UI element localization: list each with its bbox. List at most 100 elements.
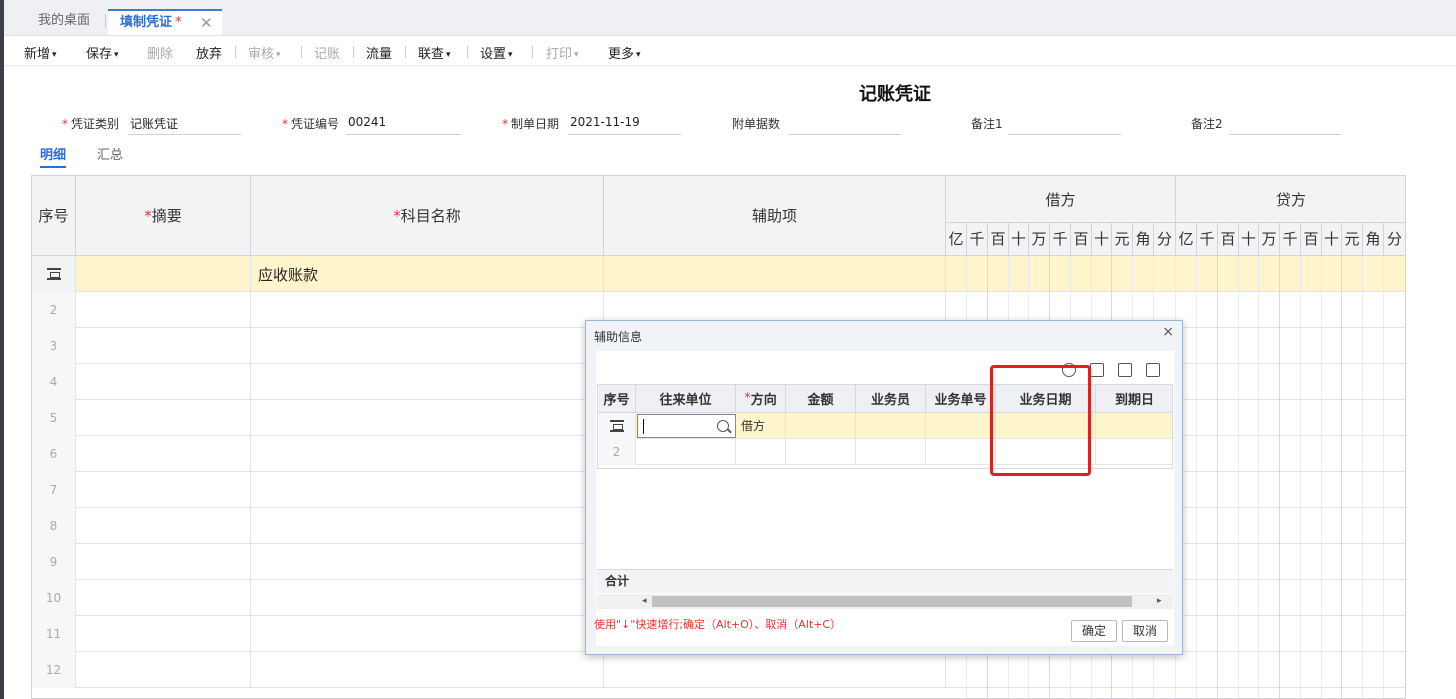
partner-input[interactable] (637, 414, 736, 438)
subject-cell[interactable] (251, 472, 604, 508)
subject-cell[interactable] (251, 616, 604, 652)
bizno-cell[interactable] (926, 439, 996, 465)
close-icon[interactable]: × (1162, 324, 1174, 340)
more-button[interactable]: 更多 ▾ (608, 43, 641, 62)
summary-cell[interactable] (76, 328, 251, 364)
subject-cell[interactable] (251, 580, 604, 616)
tab-fill-voucher[interactable]: 填制凭证 * ✕ (108, 9, 222, 35)
summary-cell[interactable] (76, 544, 251, 580)
salesman-cell[interactable] (856, 413, 926, 439)
summary-cell[interactable] (76, 364, 251, 400)
cloud-download-icon[interactable] (1062, 363, 1076, 377)
table-row[interactable]: 2 (598, 439, 1172, 465)
header-label: 往来单位 (659, 393, 712, 408)
row-number: 10 (32, 580, 76, 616)
paste-icon[interactable] (1118, 363, 1132, 377)
audit-button[interactable]: 审核 ▾ (248, 43, 281, 62)
direction-cell[interactable]: 借方 (736, 413, 786, 439)
search-icon[interactable] (717, 420, 729, 432)
new-button[interactable]: 新增 ▾ (24, 43, 57, 62)
voucher-type-input[interactable]: 记账凭证 (128, 115, 241, 135)
row-insert-icon[interactable] (46, 268, 61, 280)
scrollbar-thumb[interactable] (652, 596, 1132, 607)
toolbar-divider (405, 46, 406, 58)
subject-cell[interactable] (251, 328, 604, 364)
summary-cell[interactable] (76, 472, 251, 508)
print-button[interactable]: 打印 ▾ (546, 43, 579, 62)
date-input[interactable]: 2021-11-19 (568, 115, 681, 135)
amount-cell[interactable] (786, 413, 856, 439)
tab-summary[interactable]: 汇总 (97, 144, 123, 163)
chevron-down-icon: ▾ (446, 50, 451, 60)
horizontal-scrollbar[interactable]: ◂ ▸ (597, 594, 1173, 609)
settings-button[interactable]: 设置 ▾ (480, 43, 513, 62)
clear-icon[interactable] (1146, 363, 1160, 377)
ok-button[interactable]: 确定 (1071, 620, 1117, 642)
save-button[interactable]: 保存 ▾ (86, 43, 119, 62)
subject-cell[interactable] (251, 436, 604, 472)
subject-cell[interactable] (251, 400, 604, 436)
bizdate-cell[interactable] (996, 439, 1096, 465)
note2-input[interactable] (1229, 115, 1341, 135)
summary-cell[interactable] (76, 580, 251, 616)
subject-value: 应收账款 (258, 266, 319, 284)
subject-cell[interactable] (251, 508, 604, 544)
subject-cell[interactable] (251, 652, 604, 688)
header-aux-label: 辅助项 (751, 207, 797, 225)
summary-cell[interactable] (76, 256, 251, 292)
bizno-cell[interactable] (926, 413, 996, 439)
aux-cell[interactable] (604, 256, 946, 292)
import-icon[interactable] (1090, 363, 1104, 377)
aux-cell[interactable] (604, 652, 946, 688)
table-row[interactable]: 借方 (598, 413, 1172, 439)
row-number: 6 (32, 436, 76, 472)
credit-digit-header: 亿 (1176, 223, 1197, 256)
row-number: 3 (32, 328, 76, 364)
salesman-cell[interactable] (856, 439, 926, 465)
close-tab-icon[interactable]: ✕ (200, 11, 213, 35)
debit-digit-header: 亿 (946, 223, 967, 256)
page-title: 记账凭证 (859, 84, 931, 105)
delete-button[interactable]: 删除 (147, 43, 173, 62)
header-credit: 贷方 (1176, 176, 1405, 223)
chevron-down-icon: ▾ (276, 50, 281, 60)
credit-digit-header: 十 (1322, 223, 1342, 256)
delete-label: 删除 (147, 47, 174, 62)
summary-cell[interactable] (76, 616, 251, 652)
debit-digit-header: 角 (1133, 223, 1154, 256)
header-label: 业务单号 (934, 393, 987, 408)
tab-detail[interactable]: 明细 (40, 144, 67, 168)
post-button[interactable]: 记账 (314, 43, 340, 62)
direction-cell[interactable] (736, 439, 786, 465)
subject-cell[interactable] (251, 364, 604, 400)
row-number: 7 (32, 472, 76, 508)
partner-cell[interactable] (636, 439, 736, 465)
amount-column-line (1217, 256, 1218, 698)
subject-cell[interactable] (251, 544, 604, 580)
scroll-left-icon[interactable]: ◂ (642, 594, 647, 609)
row-insert-icon[interactable] (609, 420, 624, 432)
abandon-button[interactable]: 放弃 (196, 43, 222, 62)
debit-digit-header: 百 (1071, 223, 1092, 256)
cancel-button[interactable]: 取消 (1122, 620, 1168, 642)
scroll-right-icon[interactable]: ▸ (1157, 594, 1162, 609)
summary-cell[interactable] (76, 400, 251, 436)
table-row[interactable]: 应收账款 (32, 256, 1405, 292)
summary-cell[interactable] (76, 292, 251, 328)
bizdate-cell[interactable] (996, 413, 1096, 439)
voucher-no-input[interactable]: 00241 (346, 115, 461, 135)
note1-input[interactable] (1008, 115, 1121, 135)
chevron-down-icon: ▾ (508, 50, 513, 60)
attachments-input[interactable] (788, 115, 901, 135)
debit-digit-header: 十 (1092, 223, 1112, 256)
flow-button[interactable]: 流量 (366, 43, 392, 62)
query-button[interactable]: 联查 ▾ (418, 43, 451, 62)
tab-my-desktop[interactable]: 我的桌面 (38, 9, 90, 35)
summary-cell[interactable] (76, 436, 251, 472)
required-mark: * (393, 206, 401, 225)
table-row[interactable]: 12 (32, 652, 1405, 688)
subject-cell[interactable] (251, 292, 604, 328)
summary-cell[interactable] (76, 652, 251, 688)
summary-cell[interactable] (76, 508, 251, 544)
amount-cell[interactable] (786, 439, 856, 465)
